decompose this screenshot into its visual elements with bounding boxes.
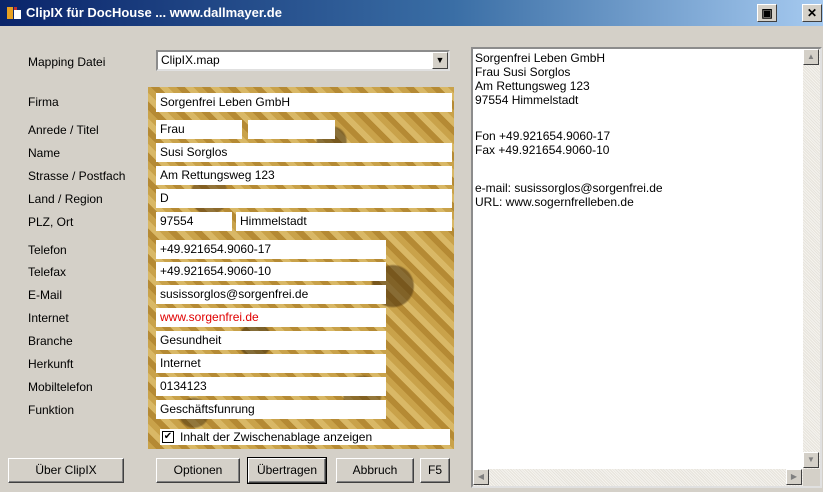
strasse-field[interactable]: Am Rettungsweg 123	[156, 166, 452, 185]
email-field[interactable]: susissorglos@sorgenfrei.de	[156, 285, 386, 304]
plz-field[interactable]: 97554	[156, 212, 232, 231]
f5-button[interactable]: F5	[420, 458, 450, 483]
label-telefon: Telefon	[28, 243, 67, 257]
clipboard-line: 97554 Himmelstadt	[475, 93, 579, 107]
mapping-select[interactable]: ClipIX.map ▼	[156, 50, 450, 71]
mapping-value: ClipIX.map	[161, 53, 220, 67]
label-internet: Internet	[28, 311, 69, 325]
show-clipboard-checkbox[interactable]: ✔ Inhalt der Zwischenablage anzeigen	[160, 429, 450, 445]
window-title: ClipIX für DocHouse ... www.dallmayer.de	[26, 5, 282, 20]
clipboard-line: e-mail: susissorglos@sorgenfrei.de	[475, 181, 663, 195]
label-mobil: Mobiltelefon	[28, 380, 93, 394]
vertical-scrollbar[interactable]: ▲ ▼	[803, 49, 820, 469]
mobil-field[interactable]: 0134123	[156, 377, 386, 396]
funktion-field[interactable]: Geschäftsfunrung	[156, 400, 386, 419]
label-name: Name	[28, 146, 61, 160]
options-button[interactable]: Optionen	[156, 458, 240, 483]
clipboard-line: URL: www.sogernfrelleben.de	[475, 195, 634, 209]
label-herkunft: Herkunft	[28, 357, 74, 371]
label-plz: PLZ, Ort	[28, 215, 74, 229]
branche-field[interactable]: Gesundheit	[156, 331, 386, 350]
about-button[interactable]: Über ClipIX	[8, 458, 124, 483]
scroll-up-icon[interactable]: ▲	[803, 49, 819, 65]
horizontal-scrollbar[interactable]: ◀ ▶	[473, 469, 803, 486]
title-bar: ClipIX für DocHouse ... www.dallmayer.de…	[0, 0, 823, 26]
titel-field[interactable]	[248, 120, 335, 139]
transfer-button[interactable]: Übertragen	[247, 457, 327, 484]
ort-field[interactable]: Himmelstadt	[236, 212, 452, 231]
close-button[interactable]: ✕	[802, 4, 822, 22]
scroll-down-icon[interactable]: ▼	[803, 452, 819, 468]
label-anrede: Anrede / Titel	[28, 123, 99, 137]
label-funktion: Funktion	[28, 403, 75, 417]
internet-field[interactable]: www.sorgenfrei.de	[156, 308, 386, 327]
chevron-down-icon[interactable]: ▼	[432, 52, 448, 69]
label-email: E-Mail	[28, 288, 63, 302]
herkunft-field[interactable]: Internet	[156, 354, 386, 373]
show-clipboard-label: Inhalt der Zwischenablage anzeigen	[180, 430, 373, 444]
scroll-left-icon[interactable]: ◀	[473, 469, 489, 485]
name-field[interactable]: Susi Sorglos	[156, 143, 452, 162]
printer-icon[interactable]: ▣	[757, 4, 777, 22]
checkbox-check-icon[interactable]: ✔	[162, 431, 174, 443]
label-firma: Firma	[28, 95, 59, 109]
clipboard-line: Am Rettungsweg 123	[475, 79, 590, 93]
land-field[interactable]: D	[156, 189, 452, 208]
app-icon	[7, 7, 21, 19]
clipboard-line: Fon +49.921654.9060-17	[475, 129, 611, 143]
scrollbar-corner	[803, 469, 820, 486]
firma-field[interactable]: Sorgenfrei Leben GmbH	[156, 93, 452, 112]
clipboard-line: Frau Susi Sorglos	[475, 65, 571, 79]
label-strasse: Strasse / Postfach	[28, 169, 126, 183]
telefon-field[interactable]: +49.921654.9060-17	[156, 240, 386, 259]
anrede-field[interactable]: Frau	[156, 120, 242, 139]
label-branche: Branche	[28, 334, 73, 348]
label-land: Land / Region	[28, 192, 103, 206]
clipboard-preview[interactable]: Sorgenfrei Leben GmbH Frau Susi Sorglos …	[471, 47, 822, 488]
clipboard-line: Sorgenfrei Leben GmbH	[475, 51, 606, 65]
mapping-label: Mapping Datei	[28, 55, 106, 69]
scroll-right-icon[interactable]: ▶	[786, 469, 802, 485]
label-telefax: Telefax	[28, 265, 67, 279]
clipboard-line: Fax +49.921654.9060-10	[475, 143, 610, 157]
cancel-button[interactable]: Abbruch	[336, 458, 414, 483]
telefax-field[interactable]: +49.921654.9060-10	[156, 262, 386, 281]
